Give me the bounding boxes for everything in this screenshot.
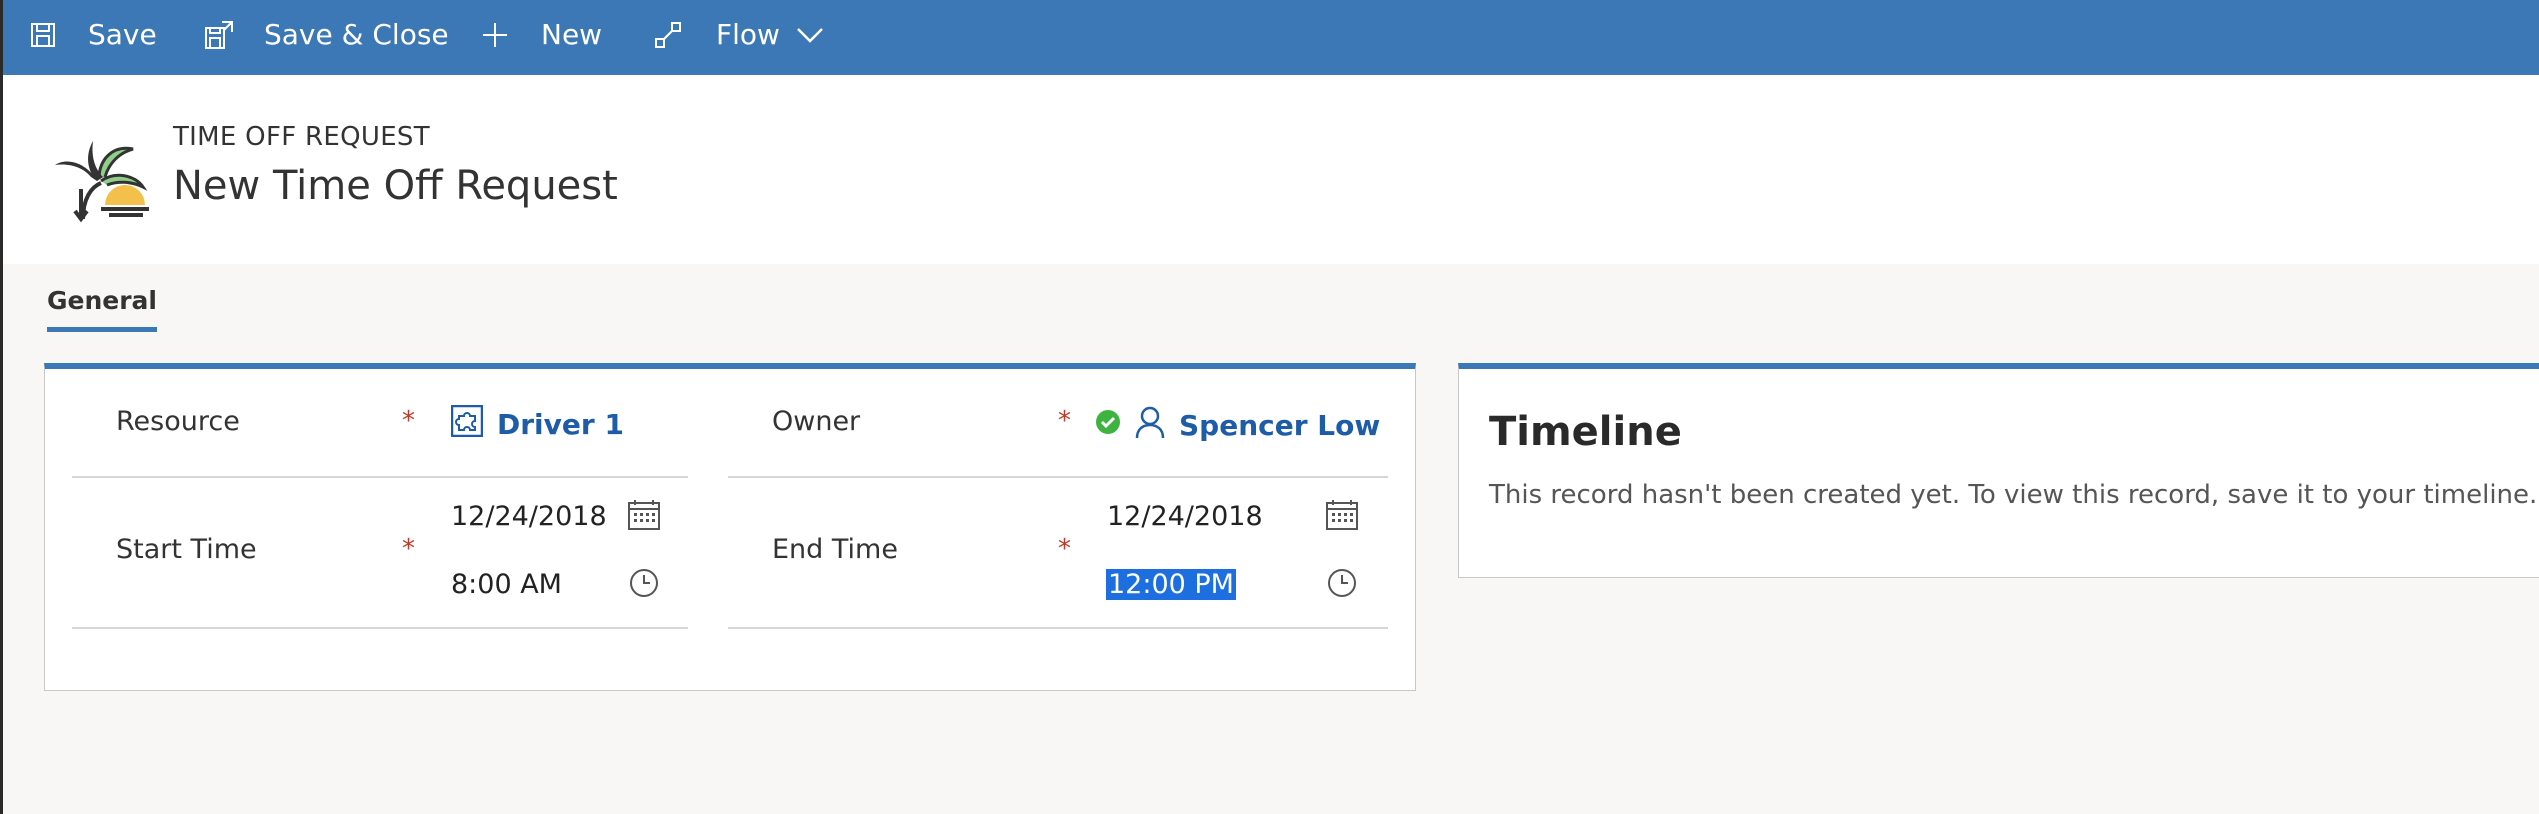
new-button[interactable]: New [481,0,602,69]
start-time-label: Start Time [116,534,257,565]
timeline-card: Timeline This record hasn't been created… [1458,363,2539,578]
owner-value: Spencer Low [1179,409,1381,442]
save-and-close-button[interactable]: Save & Close [204,0,449,69]
save-label: Save [88,18,157,51]
flow-icon [654,21,682,49]
command-bar: Save Save & Close New Flow [0,0,2539,75]
owner-required-marker: * [1058,406,1071,436]
save-button[interactable]: Save [30,0,157,69]
divider [72,476,688,478]
new-label: New [541,18,603,51]
calendar-icon[interactable] [1325,499,1359,535]
timeline-empty-message: This record hasn't been created yet. To … [1489,480,2538,510]
end-time-label: End Time [772,534,898,565]
end-time-required-marker: * [1058,534,1071,564]
start-time-input[interactable]: 8:00 AM [451,569,562,600]
entity-type-label: TIME OFF REQUEST [173,122,430,152]
divider [728,627,1388,629]
plus-icon [481,21,509,49]
start-date-input[interactable]: 12/24/2018 [451,501,607,532]
resource-label: Resource [116,406,240,437]
save-icon [30,22,56,48]
end-time-input[interactable]: 12:00 PM [1106,569,1236,600]
clock-icon[interactable] [629,568,659,602]
start-time-required-marker: * [402,534,415,564]
resource-lookup-link[interactable]: Driver 1 [450,404,624,444]
save-and-close-label: Save & Close [264,18,449,51]
timeline-title: Timeline [1489,409,1682,455]
flow-button[interactable]: Flow [654,0,824,69]
save-and-close-icon [204,20,234,50]
end-date-input[interactable]: 12/24/2018 [1107,501,1263,532]
tab-general[interactable]: General [47,286,157,332]
page-title: New Time Off Request [173,163,618,209]
calendar-icon[interactable] [627,499,661,535]
resource-value: Driver 1 [497,408,624,441]
available-check-icon [1095,409,1121,442]
owner-label: Owner [772,406,861,437]
resource-required-marker: * [402,406,415,436]
chevron-down-icon [796,26,824,44]
person-icon [1135,405,1165,446]
owner-lookup-link[interactable]: Spencer Low [1095,405,1380,446]
divider [72,627,688,629]
palm-tree-sunset-icon [47,119,151,223]
record-header: TIME OFF REQUEST New Time Off Request [0,75,2539,264]
clock-icon[interactable] [1327,568,1357,602]
divider [728,476,1388,478]
flow-label: Flow [716,18,780,51]
general-section-card: Resource * Driver 1 Owner * Spencer Low … [44,363,1416,691]
resource-puzzle-icon [450,404,484,444]
